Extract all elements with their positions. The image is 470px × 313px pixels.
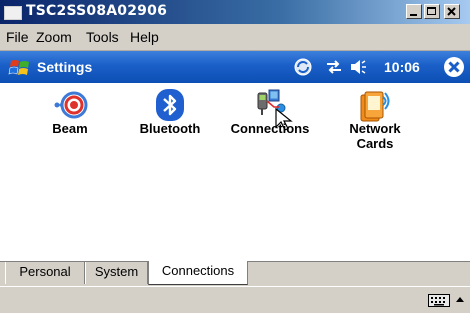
speaker-volume-icon[interactable]: [349, 59, 367, 75]
network-cards-icon: [360, 91, 390, 122]
input-panel-arrow-icon[interactable]: [455, 295, 465, 303]
connectivity-icon[interactable]: [325, 59, 343, 75]
tab-strip: Personal System Connections: [0, 261, 470, 286]
menu-tools[interactable]: Tools: [86, 29, 119, 45]
bottom-bar: [0, 286, 470, 313]
maximize-button[interactable]: [424, 4, 440, 19]
sync-status-icon[interactable]: [294, 58, 312, 76]
app-bluetooth-label: Bluetooth: [139, 121, 201, 136]
beam-icon: [54, 91, 88, 119]
start-windows-icon[interactable]: [8, 57, 32, 79]
close-icon: [447, 7, 456, 16]
app-network-cards-label-line2: Cards: [356, 136, 394, 151]
app-network-cards-label-line1: Network: [349, 121, 401, 136]
clock-time[interactable]: 10:06: [384, 59, 420, 75]
app-network-cards-label: Network Cards: [327, 121, 423, 151]
menu-help[interactable]: Help: [130, 29, 159, 45]
navigation-bar: Settings 10:06: [0, 51, 470, 83]
app-beam-label: Beam: [52, 121, 88, 136]
menu-zoom[interactable]: Zoom: [36, 29, 72, 45]
keyboard-icon[interactable]: [428, 294, 450, 307]
nav-title: Settings: [37, 59, 93, 75]
maximize-icon: [427, 7, 436, 15]
minimize-button[interactable]: [406, 4, 422, 19]
tab-connections[interactable]: Connections: [148, 261, 248, 285]
menu-bar: File Zoom Tools Help: [0, 24, 470, 51]
close-settings-icon[interactable]: [443, 56, 465, 78]
window-title-bar[interactable]: TSC2SS08A02906: [0, 0, 470, 24]
minimize-icon: [410, 14, 417, 16]
bluetooth-icon: [156, 89, 184, 121]
app-connections-label: Connections: [230, 121, 310, 136]
window-title: TSC2SS08A02906: [26, 3, 168, 19]
tab-system[interactable]: System: [85, 262, 148, 284]
window-icon: [4, 6, 22, 20]
settings-content: Beam Bluetooth Connections Network Cards: [0, 83, 470, 261]
menu-file[interactable]: File: [6, 29, 29, 45]
tab-personal[interactable]: Personal: [5, 262, 85, 284]
close-window-button[interactable]: [444, 4, 460, 19]
